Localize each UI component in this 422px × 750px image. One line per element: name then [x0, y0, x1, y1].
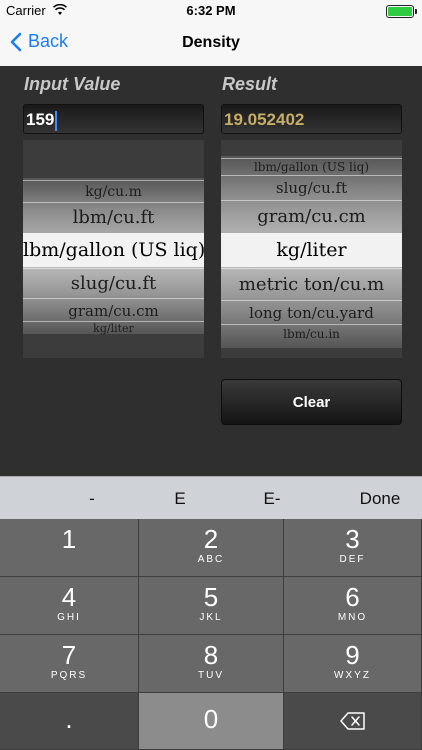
- page-title: Density: [182, 34, 240, 51]
- key-9[interactable]: 9 WXYZ: [284, 635, 422, 693]
- keyboard-accessory-bar: - E E- Done: [0, 476, 422, 520]
- key-5[interactable]: 5 JKL: [139, 577, 284, 635]
- key-digit: 3: [345, 524, 360, 554]
- negative-exponent-key[interactable]: E-: [252, 477, 292, 520]
- exponent-key[interactable]: E: [160, 477, 200, 520]
- key-letters: DEF: [339, 554, 366, 565]
- decimal-key[interactable]: .: [0, 693, 139, 750]
- key-letters: TUV: [198, 670, 224, 681]
- key-digit: 0: [203, 704, 219, 734]
- navigation-bar: Back Density: [0, 22, 422, 67]
- converter-panel: Input Value Result 159 19.052402 kg/cu.m…: [0, 66, 422, 476]
- result-label: Result: [222, 74, 278, 94]
- key-letters: JKL: [199, 612, 223, 623]
- input-value-text: 159: [26, 110, 55, 129]
- to-unit-picker[interactable]: lbm/gallon (US liq) slug/cu.ft gram/cu.c…: [221, 140, 402, 358]
- key-2[interactable]: 2 ABC: [139, 519, 284, 577]
- key-digit: 2: [203, 524, 219, 554]
- from-unit-picker[interactable]: kg/cu.m lbm/cu.ft lbm/gallon (US liq) sl…: [23, 140, 204, 358]
- picker-row[interactable]: gram/cu.cm: [221, 200, 402, 232]
- input-value-field[interactable]: 159: [23, 104, 204, 134]
- done-button[interactable]: Done: [350, 477, 410, 520]
- minus-key[interactable]: -: [72, 477, 112, 520]
- key-8[interactable]: 8 TUV: [139, 635, 284, 693]
- key-digit: 4: [61, 582, 77, 612]
- key-digit: 1: [61, 524, 77, 554]
- key-letters: GHI: [57, 612, 81, 623]
- picker-row-selected[interactable]: kg/liter: [221, 233, 402, 267]
- picker-row[interactable]: slug/cu.ft: [23, 268, 204, 298]
- status-bar: Carrier 6:32 PM: [0, 0, 422, 22]
- key-0[interactable]: 0: [139, 693, 284, 750]
- numeric-keypad: 1 2 ABC 3 DEF 4 GHI 5 JKL 6 MNO 7 PQRS 8…: [0, 519, 422, 750]
- result-field: 19.052402: [221, 104, 402, 134]
- picker-row[interactable]: slug/cu.ft: [221, 175, 402, 199]
- clock: 6:32 PM: [186, 3, 236, 18]
- picker-row[interactable]: kg/cu.m: [23, 180, 204, 202]
- result-value-text: 19.052402: [224, 110, 305, 129]
- key-digit: 7: [61, 640, 77, 670]
- key-7[interactable]: 7 PQRS: [0, 635, 139, 693]
- key-digit: 9: [345, 640, 360, 670]
- delete-key[interactable]: [284, 693, 422, 750]
- key-1[interactable]: 1: [0, 519, 139, 577]
- key-6[interactable]: 6 MNO: [284, 577, 422, 635]
- key-letters: MNO: [337, 612, 368, 623]
- clear-button[interactable]: Clear: [221, 379, 402, 425]
- key-digit: 8: [203, 640, 219, 670]
- input-value-label: Input Value: [24, 74, 121, 94]
- key-3[interactable]: 3 DEF: [284, 519, 422, 577]
- backspace-icon: [339, 712, 365, 730]
- picker-row-selected[interactable]: lbm/gallon (US liq): [23, 233, 204, 267]
- key-letters: PQRS: [50, 670, 88, 681]
- battery-icon: [386, 5, 417, 18]
- picker-row[interactable]: lbm/cu.in: [221, 324, 402, 342]
- key-digit: 6: [345, 582, 360, 612]
- key-4[interactable]: 4 GHI: [0, 577, 139, 635]
- text-caret: [55, 110, 58, 131]
- picker-row[interactable]: long ton/cu.yard: [221, 300, 402, 324]
- key-digit: .: [65, 704, 73, 734]
- key-letters: WXYZ: [334, 670, 371, 681]
- picker-row[interactable]: lbm/cu.ft: [23, 202, 204, 232]
- picker-row[interactable]: metric ton/cu.m: [221, 268, 402, 300]
- picker-row[interactable]: lbm/gallon (US liq): [221, 158, 402, 174]
- key-letters: ABC: [197, 554, 225, 565]
- picker-row[interactable]: kg/liter: [23, 321, 204, 335]
- key-digit: 5: [203, 582, 219, 612]
- picker-row[interactable]: gram/cu.cm: [23, 298, 204, 322]
